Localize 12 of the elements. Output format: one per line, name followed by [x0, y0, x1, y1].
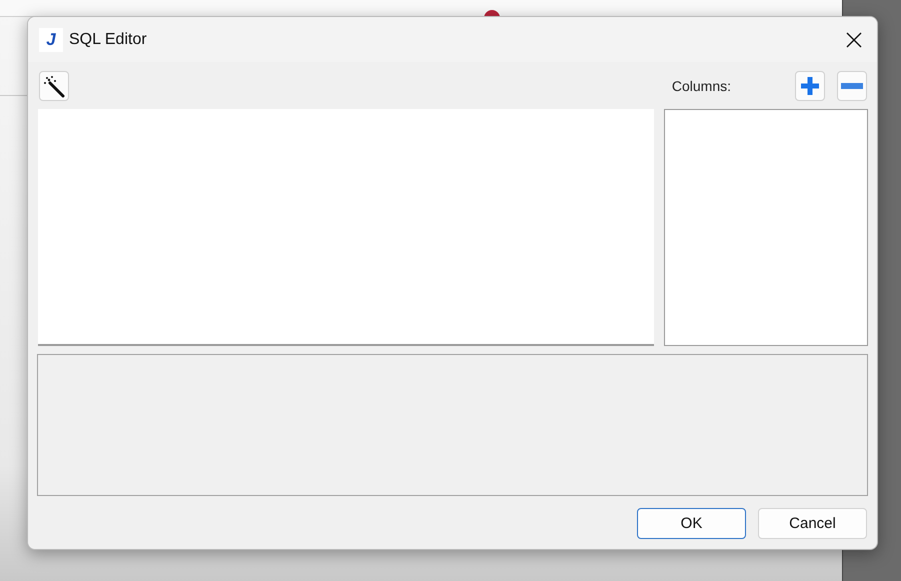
magic-wand-icon — [42, 74, 66, 98]
magic-wand-button[interactable] — [39, 71, 69, 101]
cancel-button[interactable]: Cancel — [758, 508, 867, 539]
columns-label: Columns: — [672, 78, 731, 94]
plus-icon — [799, 75, 821, 97]
app-icon: J — [39, 28, 63, 52]
close-icon — [845, 30, 863, 48]
remove-button[interactable] — [837, 71, 867, 101]
add-button[interactable] — [795, 71, 825, 101]
minus-icon — [841, 83, 863, 89]
ok-button[interactable]: OK — [637, 508, 746, 539]
window-title: SQL Editor — [69, 30, 147, 48]
